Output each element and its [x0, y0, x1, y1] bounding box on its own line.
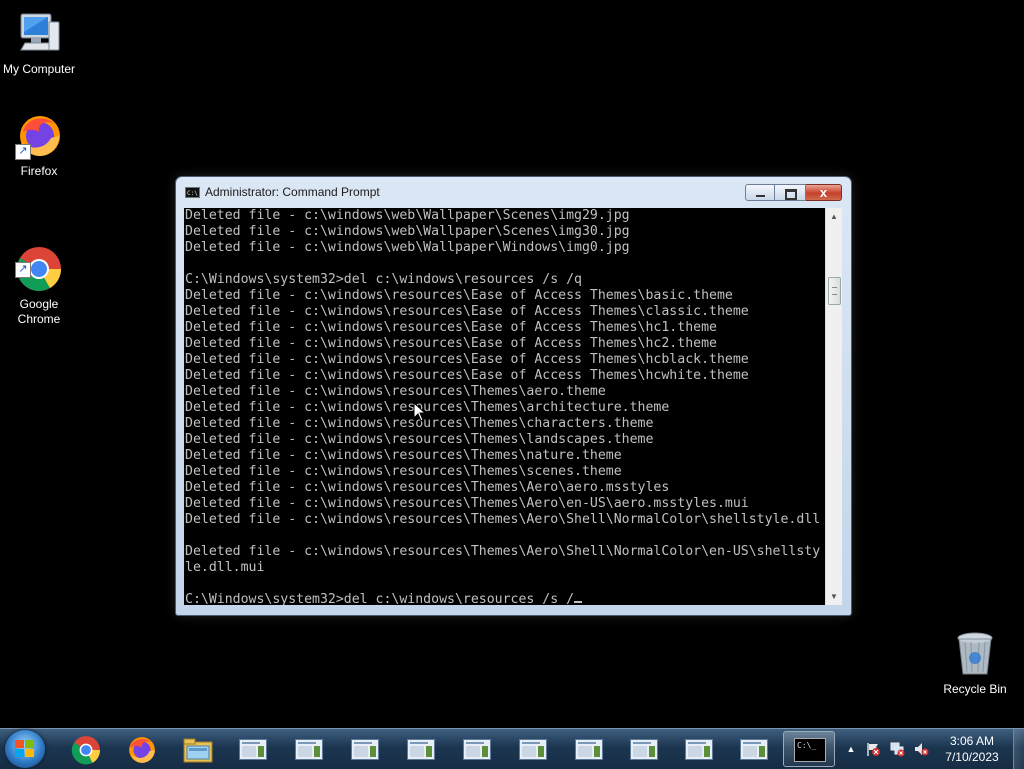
taskbar-window-7[interactable] — [562, 731, 614, 767]
vertical-scrollbar[interactable]: ▲ ▼ — [825, 208, 842, 605]
window-titlebar[interactable]: C:\ Administrator: Command Prompt x — [176, 177, 851, 207]
chrome-icon — [71, 736, 100, 765]
taskbar-window-6[interactable] — [506, 731, 558, 767]
desktop-icon-label: Recycle Bin — [943, 682, 1007, 696]
close-icon: x — [819, 185, 828, 200]
console-output[interactable]: Deleted file - c:\windows\web\Wallpaper\… — [184, 208, 825, 605]
desktop-icon-google-chrome[interactable]: ↗ Google Chrome — [0, 215, 79, 342]
windows-logo-icon — [15, 740, 35, 758]
start-button[interactable] — [5, 730, 45, 768]
taskbar-window-10[interactable] — [727, 731, 779, 767]
prompt-line: C:\Windows\system32>del c:\windows\resou… — [185, 592, 575, 605]
volume-muted-icon[interactable] — [913, 741, 929, 757]
taskbar-window-3[interactable] — [338, 731, 390, 767]
console-lines: Deleted file - c:\windows\web\Wallpaper\… — [185, 208, 821, 575]
taskbar-window-1[interactable] — [226, 731, 278, 767]
chrome-icon: ↗ — [15, 230, 63, 291]
desktop-icon-label: Google Chrome — [17, 297, 61, 326]
command-prompt-icon: C:\_ — [794, 738, 826, 762]
desktop-icon-label: Firefox — [20, 164, 58, 178]
action-center-flag-icon[interactable] — [865, 741, 881, 757]
window-title: Administrator: Command Prompt — [205, 185, 380, 199]
taskbar-file-explorer[interactable] — [171, 731, 223, 767]
taskbar-window-8[interactable] — [617, 731, 669, 767]
desktop-icon-my-computer[interactable]: My Computer — [0, 10, 79, 77]
window-thumbnail-icon — [463, 739, 491, 760]
console-text: Deleted file - c:\windows\web\Wallpaper\… — [184, 208, 825, 605]
window-thumbnail-icon — [740, 739, 768, 760]
taskbar-firefox[interactable] — [115, 731, 167, 767]
close-button[interactable]: x — [806, 184, 842, 201]
taskbar: C:\_ ▲ 3:06 AM 7/10/2023 — [0, 728, 1024, 769]
taskbar-window-9[interactable] — [672, 731, 724, 767]
show-desktop-button[interactable] — [1013, 729, 1024, 769]
show-hidden-icons-button[interactable]: ▲ — [843, 741, 859, 757]
window-thumbnail-icon — [630, 739, 658, 760]
taskbar-window-4[interactable] — [394, 731, 446, 767]
system-clock[interactable]: 3:06 AM 7/10/2023 — [934, 733, 1010, 765]
clock-time: 3:06 AM — [949, 734, 995, 748]
command-prompt-window[interactable]: C:\ Administrator: Command Prompt x Dele… — [176, 177, 851, 615]
desktop-icon-recycle-bin[interactable]: Recycle Bin — [935, 630, 1015, 697]
taskbar-window-2[interactable] — [282, 731, 334, 767]
window-thumbnail-icon — [239, 739, 267, 760]
mouse-pointer-icon — [413, 402, 427, 422]
window-thumbnail-icon — [519, 739, 547, 760]
network-icon[interactable] — [889, 741, 905, 757]
taskbar-chrome[interactable] — [59, 731, 111, 767]
computer-icon — [15, 10, 63, 58]
taskbar-command-prompt[interactable]: C:\_ — [783, 731, 835, 767]
scrollbar-thumb[interactable] — [828, 277, 841, 305]
folder-icon — [183, 738, 213, 763]
window-thumbnail-icon — [575, 739, 603, 760]
command-prompt-icon: C:\ — [185, 187, 200, 198]
scroll-up-arrow-icon[interactable]: ▲ — [826, 208, 842, 225]
clock-date: 7/10/2023 — [945, 750, 999, 764]
firefox-icon: ↗ — [15, 112, 63, 160]
window-thumbnail-icon — [351, 739, 379, 760]
minimize-button[interactable] — [745, 184, 775, 201]
window-thumbnail-icon — [407, 739, 435, 760]
taskbar-window-5[interactable] — [450, 731, 502, 767]
desktop-icon-firefox[interactable]: ↗ Firefox — [0, 112, 79, 179]
text-cursor — [574, 601, 583, 603]
window-thumbnail-icon — [685, 739, 713, 760]
window-thumbnail-icon — [295, 739, 323, 760]
shortcut-arrow-icon: ↗ — [15, 144, 31, 160]
scroll-down-arrow-icon[interactable]: ▼ — [826, 588, 842, 605]
shortcut-arrow-icon: ↗ — [15, 262, 31, 278]
desktop-icon-label: My Computer — [2, 62, 76, 76]
firefox-icon — [129, 737, 155, 763]
maximize-button[interactable] — [775, 184, 806, 201]
recycle-bin-icon — [951, 630, 999, 678]
